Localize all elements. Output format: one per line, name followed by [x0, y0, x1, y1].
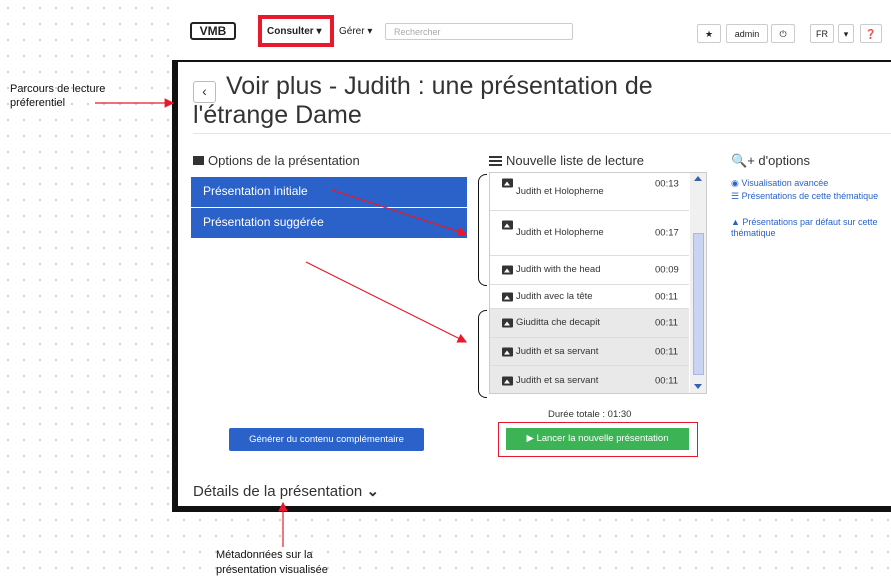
arrow-initial — [331, 189, 468, 236]
annotation-arrows — [95, 98, 468, 547]
arrow-suggested — [305, 261, 468, 343]
